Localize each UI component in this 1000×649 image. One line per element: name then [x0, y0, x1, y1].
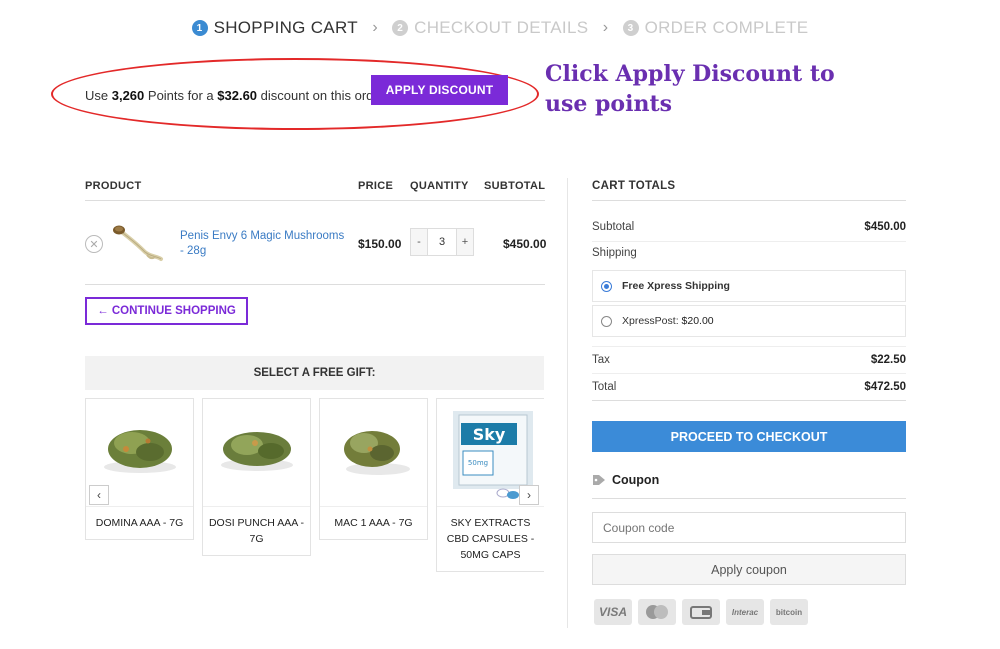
tax-label: Tax: [592, 354, 610, 366]
item-price: $150.00: [358, 237, 402, 251]
header-subtotal: SUBTOTAL: [484, 180, 546, 192]
gift-name: DOSI PUNCH AAA - 7G: [208, 517, 305, 545]
product-thumbnail[interactable]: [111, 222, 167, 264]
gift-name: SKY EXTRACTS CBD CAPSULES - 50MG CAPS: [446, 517, 535, 561]
quantity-stepper: - 3 +: [410, 228, 474, 256]
step-label: CHECKOUT DETAILS: [414, 18, 589, 37]
radio-button[interactable]: [601, 315, 612, 327]
checkout-steps: 1 SHOPPING CART › 2 CHECKOUT DETAILS › 3…: [0, 18, 1000, 38]
item-subtotal: $450.00: [503, 237, 547, 251]
sky-dose-text: 50mg: [468, 459, 488, 467]
step-label: SHOPPING CART: [213, 18, 358, 37]
free-gift-title: SELECT A FREE GIFT:: [85, 356, 544, 390]
coupon-heading: Coupon: [592, 473, 659, 487]
wallet-icon: [682, 599, 720, 625]
coupon-code-input[interactable]: [592, 512, 906, 543]
proceed-to-checkout-button[interactable]: PROCEED TO CHECKOUT: [592, 421, 906, 452]
step-checkout-details[interactable]: 2 CHECKOUT DETAILS: [392, 18, 588, 38]
quantity-minus-button[interactable]: -: [411, 229, 427, 255]
header-price: PRICE: [358, 180, 394, 192]
quantity-plus-button[interactable]: +: [457, 229, 473, 255]
gift-item[interactable]: MAC 1 AAA - 7G: [319, 398, 428, 540]
gift-image: [320, 399, 427, 507]
carousel-prev-button[interactable]: ‹: [89, 485, 109, 505]
coupon-divider: [592, 498, 906, 499]
visa-icon: VISA: [594, 599, 632, 625]
step-number-3: 3: [622, 20, 639, 36]
subtotal-label: Subtotal: [592, 221, 635, 233]
gift-carousel: DOMINA AAA - 7G DOSI PUNCH AAA - 7G MAC …: [85, 398, 544, 578]
shipping-row: Shipping: [592, 247, 906, 259]
gift-item[interactable]: DOSI PUNCH AAA - 7G: [202, 398, 311, 556]
annotation-text: Click Apply Discount to use points: [545, 61, 835, 117]
shipping-option-xpresspost[interactable]: XpressPost: $20.00: [592, 305, 906, 337]
row-divider: [592, 241, 906, 242]
remove-item-icon[interactable]: ✕: [85, 235, 103, 253]
points-pre: Use: [85, 88, 112, 103]
cart-totals: CART TOTALS Subtotal $450.00 Shipping Fr…: [592, 180, 906, 625]
quantity-input[interactable]: 3: [427, 229, 457, 255]
interac-icon: Interac: [726, 599, 764, 625]
shipping-option-label: XpressPost:: [622, 315, 679, 327]
gift-name: MAC 1 AAA - 7G: [334, 517, 413, 529]
step-number-2: 2: [392, 20, 409, 36]
step-shopping-cart[interactable]: 1 SHOPPING CART: [191, 18, 358, 38]
radio-button-selected[interactable]: [601, 280, 612, 292]
total-row: Total $472.50: [592, 381, 906, 393]
total-label: Total: [592, 381, 617, 393]
row-divider: [592, 346, 906, 347]
gift-image: [203, 399, 310, 507]
shipping-option-label: Free Xpress Shipping: [622, 280, 730, 292]
bitcoin-icon: bitcoin: [770, 599, 808, 625]
discount-amount: $32.60: [217, 88, 258, 103]
column-divider: [567, 178, 568, 628]
header-quantity: QUANTITY: [410, 180, 469, 192]
row-divider: [592, 400, 906, 401]
tax-row: Tax $22.50: [592, 354, 906, 366]
carousel-next-button[interactable]: ›: [519, 485, 539, 505]
cart-totals-title: CART TOTALS: [592, 180, 676, 192]
shipping-option-price: $20.00: [681, 315, 714, 327]
product-name-link[interactable]: Penis Envy 6 Magic Mushrooms - 28g: [180, 229, 350, 259]
tax-value: $22.50: [870, 354, 906, 366]
step-label: ORDER COMPLETE: [644, 18, 809, 37]
chevron-right-icon: ›: [372, 19, 378, 36]
gift-item[interactable]: DOMINA AAA - 7G: [85, 398, 194, 540]
points-message: Use 3,260 Points for a $32.60 discount o…: [85, 88, 389, 103]
continue-shopping-button[interactable]: ← CONTINUE SHOPPING: [85, 297, 248, 325]
step-order-complete[interactable]: 3 ORDER COMPLETE: [622, 18, 809, 38]
row-divider: [592, 373, 906, 374]
coupon-title: Coupon: [612, 473, 660, 487]
row-divider: [85, 284, 545, 285]
subtotal-row: Subtotal $450.00: [592, 221, 906, 233]
shipping-label: Shipping: [592, 247, 637, 259]
shipping-option-free[interactable]: Free Xpress Shipping: [592, 270, 906, 302]
totals-divider: [592, 200, 906, 201]
gift-name: DOMINA AAA - 7G: [95, 517, 184, 529]
chevron-right-icon: ›: [602, 19, 609, 36]
points-post: discount on this order!: [257, 88, 389, 103]
apply-discount-button[interactable]: APPLY DISCOUNT: [371, 75, 508, 105]
mastercard-icon: [638, 599, 676, 625]
payment-icons: VISA Interac bitcoin: [594, 599, 814, 625]
subtotal-value: $450.00: [864, 221, 906, 233]
sky-logo-text: Sky: [473, 425, 506, 444]
step-number-1: 1: [191, 20, 208, 36]
total-value: $472.50: [864, 381, 906, 393]
tag-icon: [593, 475, 605, 485]
header-product: PRODUCT: [85, 180, 142, 192]
apply-coupon-button[interactable]: Apply coupon: [592, 554, 906, 585]
points-mid: Points for a: [144, 88, 218, 103]
header-divider: [85, 200, 545, 201]
points-amount: 3,260: [111, 88, 145, 103]
